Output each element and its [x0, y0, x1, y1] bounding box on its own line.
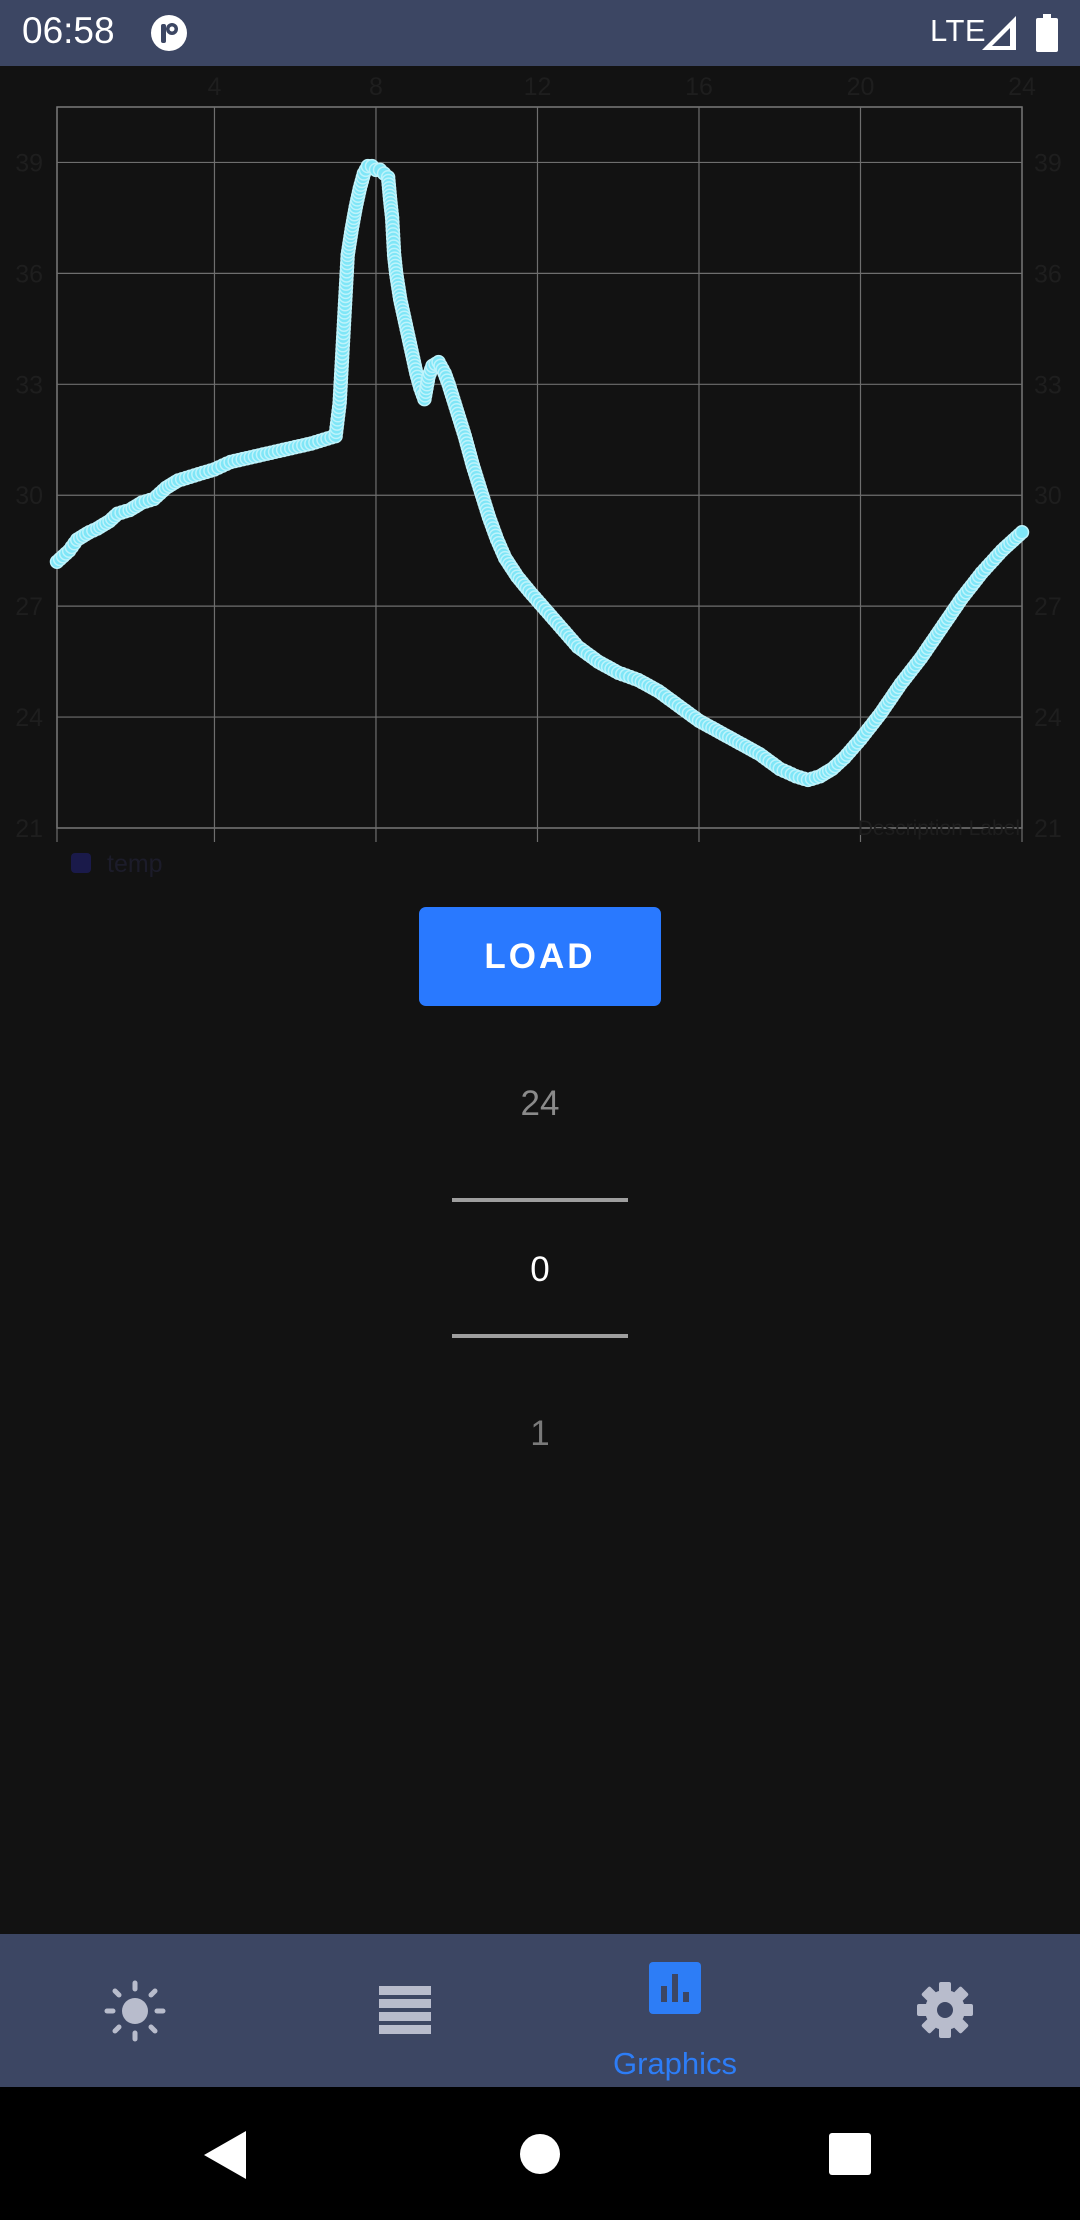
y-tick-label-right: 39	[1034, 149, 1062, 177]
y-tick-label-right: 36	[1034, 260, 1062, 288]
bottom-navigation: Graphics	[0, 1934, 1080, 2087]
app-notification-icon	[151, 15, 187, 51]
network-type: LTE	[930, 13, 987, 48]
data-point	[1014, 524, 1030, 540]
y-tick-label-left: 21	[15, 815, 43, 843]
signal-icon	[982, 16, 1016, 50]
y-tick-label-right: 27	[1034, 593, 1062, 621]
system-navigation-bar	[0, 2087, 1080, 2220]
y-tick-label-right: 30	[1034, 482, 1062, 510]
nav-item-graphics[interactable]: Graphics	[540, 1934, 810, 2087]
y-tick-label-left: 33	[15, 371, 43, 399]
recents-icon[interactable]	[829, 2133, 871, 2175]
nav-item-list[interactable]	[270, 1934, 540, 2087]
picker-previous-value[interactable]: 24	[440, 1084, 640, 1124]
legend-swatch	[71, 853, 91, 873]
chart-canvas: 21 21 24 24 27 27 30 30 33 33 36 36 39 39 4 8 12 16 20 24 De…	[15, 73, 1062, 878]
brightness-icon	[104, 1980, 166, 2042]
battery-icon	[1036, 14, 1058, 52]
list-icon	[379, 1986, 431, 2034]
picker-divider-bottom	[452, 1334, 628, 1338]
bar-chart-icon	[649, 1962, 701, 2014]
y-tick-label-left: 36	[15, 260, 43, 288]
nav-label-graphics: Graphics	[612, 2046, 738, 2081]
legend-label: temp	[107, 850, 163, 878]
picker-next-value[interactable]: 1	[440, 1414, 640, 1454]
x-tick-label: 20	[847, 73, 875, 101]
x-tick-label: 4	[208, 73, 222, 101]
hour-number-picker[interactable]: 24 0 1	[440, 1060, 640, 1460]
y-tick-label-left: 30	[15, 482, 43, 510]
nav-item-brightness[interactable]	[0, 1934, 270, 2087]
y-tick-label-left: 27	[15, 593, 43, 621]
picker-selected-value[interactable]: 0	[440, 1250, 640, 1290]
y-tick-label-left: 24	[15, 704, 43, 732]
x-tick-label: 16	[685, 73, 713, 101]
load-button[interactable]: LOAD	[419, 907, 661, 1006]
x-tick-label: 8	[369, 73, 383, 101]
x-tick-label: 12	[524, 73, 552, 101]
gear-icon	[917, 1982, 973, 2038]
nav-item-settings[interactable]	[810, 1934, 1080, 2087]
back-icon[interactable]	[204, 2131, 246, 2179]
chart-description-label: Description Label	[858, 817, 1020, 840]
picker-divider-top	[452, 1198, 628, 1202]
x-tick-label: 24	[1008, 73, 1036, 101]
status-bar: 06:58 LTE	[0, 0, 1080, 66]
temperature-chart[interactable]: 21 21 24 24 27 27 30 30 33 33 36 36 39 39 4 8 12 16 20 24 De…	[0, 66, 1080, 886]
y-tick-label-right: 21	[1034, 815, 1062, 843]
y-tick-label-left: 39	[15, 149, 43, 177]
status-time: 06:58	[22, 10, 115, 51]
y-tick-label-right: 33	[1034, 371, 1062, 399]
home-icon[interactable]	[519, 2133, 561, 2175]
y-tick-label-right: 24	[1034, 704, 1062, 732]
